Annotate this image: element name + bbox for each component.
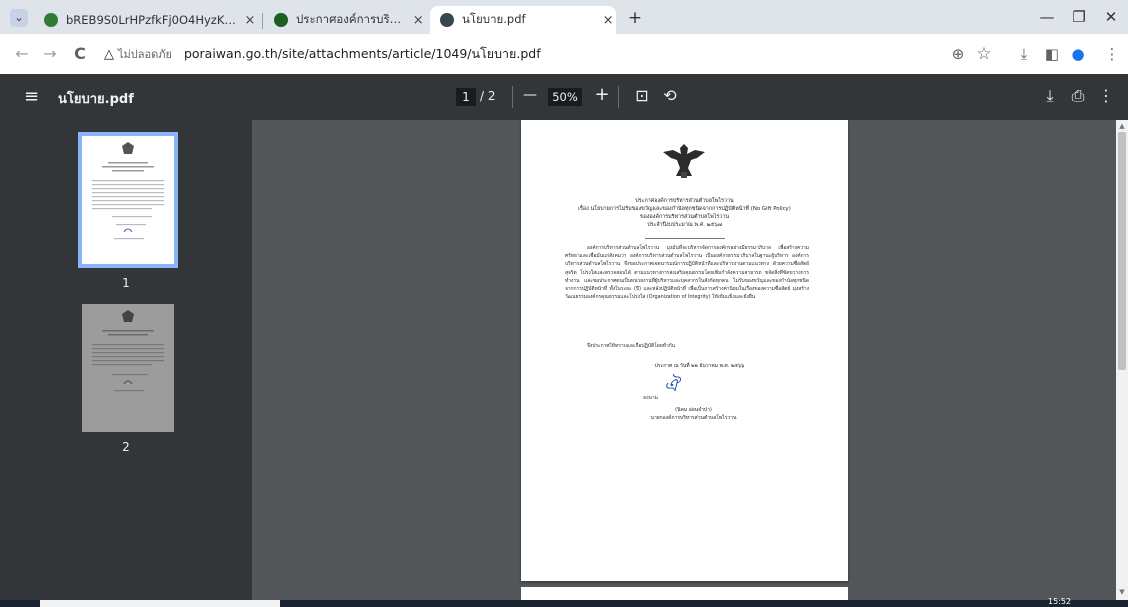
tab-1-close-icon[interactable]: × — [242, 13, 258, 28]
doc-date: ประกาศ ณ วันที่ ๒๒ ธันวาคม พ.ศ. ๒๕๖๖ — [654, 363, 745, 369]
doc-paragraph-2: จึงประกาศให้ทราบและถือปฏิบัติโดยทั่วกัน — [587, 343, 676, 349]
page-total: / 2 — [480, 89, 496, 103]
tab-1[interactable]: bREB9S0LrHPzfkFj0O4HyzK51x... × — [36, 6, 258, 34]
rotate-icon[interactable]: ⟲ — [660, 86, 680, 105]
taskbar-clock: 15:52 — [1048, 597, 1072, 606]
signature-block: ลงนาม ঐ — [643, 375, 763, 402]
doc-heading-year: ประจำปีงบประมาณ พ.ศ. ๒๕๖๗ — [647, 222, 722, 228]
doc-paragraph-1: องค์การบริหารส่วนตำบลโพไรวาน มุ่งมั่นที่… — [565, 245, 809, 301]
fit-to-page-icon[interactable]: ⊡ — [632, 86, 652, 105]
profile-avatar-icon[interactable]: ● — [1066, 42, 1090, 66]
tab-3-active[interactable]: นโยบาย.pdf × — [430, 6, 616, 34]
pdf-toolbar: ≡ นโยบาย.pdf 1 / 2 — 50% + ⊡ ⟲ ⤓ ⎙ ⋮ — [0, 74, 1128, 120]
tab-2-close-icon[interactable]: × — [411, 13, 427, 28]
zoom-level-input[interactable]: 50% — [548, 88, 582, 106]
tab-2[interactable]: ประกาศองค์การบริหารส่วนตำบลโพไร... × — [266, 6, 426, 34]
url-text[interactable]: poraiwan.go.th/site/attachments/article/… — [184, 44, 541, 64]
thumbnail-page-1[interactable] — [78, 132, 178, 268]
browser-toolbar: ← → C △ ไม่ปลอดภัย poraiwan.go.th/site/a… — [0, 34, 1128, 74]
pdf-print-icon[interactable]: ⎙ — [1068, 86, 1088, 106]
scroll-up-arrow-icon[interactable]: ▲ — [1118, 122, 1126, 130]
close-window-button[interactable]: ✕ — [1096, 6, 1126, 28]
tab-3-favicon-icon — [440, 13, 454, 27]
tab-3-title: นโยบาย.pdf — [462, 12, 526, 26]
back-button[interactable]: ← — [10, 42, 34, 66]
warning-triangle-icon: △ — [104, 46, 114, 62]
heading-divider — [645, 238, 725, 239]
thumbnail-sidebar: 1 2 — [0, 120, 252, 600]
scroll-down-arrow-icon[interactable]: ▼ — [1118, 588, 1126, 596]
garuda-emblem-icon — [663, 144, 705, 178]
zoom-out-button[interactable]: — — [520, 87, 540, 103]
tab-list-button[interactable]: ⌄ — [10, 9, 28, 27]
bookmark-star-icon[interactable]: ☆ — [972, 42, 996, 66]
pdf-menu-icon[interactable]: ≡ — [24, 86, 39, 107]
downloads-icon[interactable]: ⤓ — [1012, 42, 1036, 66]
zoom-in-button[interactable]: + — [592, 84, 612, 105]
reload-button[interactable]: C — [68, 42, 92, 66]
tab-2-title: ประกาศองค์การบริหารส่วนตำบลโพไร... — [296, 12, 405, 26]
pdf-page-1: ประกาศองค์การบริหารส่วนตำบลโพไรวาน เรื่อ… — [521, 120, 848, 581]
minimize-button[interactable]: — — [1032, 6, 1062, 28]
tab-1-title: bREB9S0LrHPzfkFj0O4HyzK51x... — [66, 13, 236, 27]
restore-button[interactable]: ❐ — [1064, 6, 1094, 28]
taskbar-search-box[interactable] — [40, 600, 280, 607]
thumbnail-1-preview — [92, 142, 164, 240]
pdf-download-icon[interactable]: ⤓ — [1040, 86, 1060, 106]
doc-heading-of: ขององค์การบริหารส่วนตำบลโพไรวาน — [639, 214, 730, 220]
doc-heading-org: ประกาศองค์การบริหารส่วนตำบลโพไรวาน — [635, 198, 734, 204]
signature-mark: ঐ — [664, 375, 679, 396]
scrollbar-thumb[interactable] — [1118, 132, 1126, 370]
tab-divider — [262, 13, 263, 29]
pdf-more-icon[interactable]: ⋮ — [1096, 86, 1116, 105]
os-taskbar: 15:52 — [0, 597, 1128, 607]
page-number-input[interactable]: 1 — [456, 88, 476, 106]
side-panel-icon[interactable]: ◧ — [1040, 42, 1064, 66]
insecure-label[interactable]: ไม่ปลอดภัย — [118, 45, 172, 63]
zoom-icon[interactable]: ⊕ — [946, 42, 970, 66]
pdf-page-2 — [521, 587, 848, 600]
tab-3-close-icon[interactable]: × — [600, 13, 616, 28]
browser-menu-icon[interactable]: ⋮ — [1100, 42, 1124, 66]
pdf-viewport[interactable]: ประกาศองค์การบริหารส่วนตำบลโพไรวาน เรื่อ… — [252, 120, 1116, 600]
sign-prefix: ลงนาม — [643, 395, 659, 401]
address-bar[interactable]: △ ไม่ปลอดภัย poraiwan.go.th/site/attachm… — [104, 40, 1014, 68]
thumbnail-page-2[interactable] — [82, 304, 174, 432]
signer-title: นายกองค์การบริหารส่วนตำบลโพไรวาน — [650, 415, 737, 421]
thumbnail-2-preview — [92, 310, 164, 392]
signer-name: (นิคม อ่อนจำปา) — [675, 407, 712, 413]
new-tab-button[interactable]: + — [624, 7, 646, 29]
thumbnail-1-label: 1 — [122, 276, 130, 290]
tab-strip: ⌄ bREB9S0LrHPzfkFj0O4HyzK51x... × ประกาศ… — [0, 0, 1128, 34]
thumbnail-2-label: 2 — [122, 440, 130, 454]
forward-button[interactable]: → — [38, 42, 62, 66]
tab-2-favicon-icon — [274, 13, 288, 27]
toolbar-divider — [618, 86, 619, 108]
viewport-scrollbar[interactable]: ▲ ▼ — [1116, 120, 1128, 600]
toolbar-divider — [512, 86, 513, 108]
pdf-filename: นโยบาย.pdf — [58, 92, 134, 107]
doc-heading-subject: เรื่อง นโยบายการไม่รับของขวัญและของกำนัล… — [578, 206, 791, 212]
tab-1-favicon-icon — [44, 13, 58, 27]
